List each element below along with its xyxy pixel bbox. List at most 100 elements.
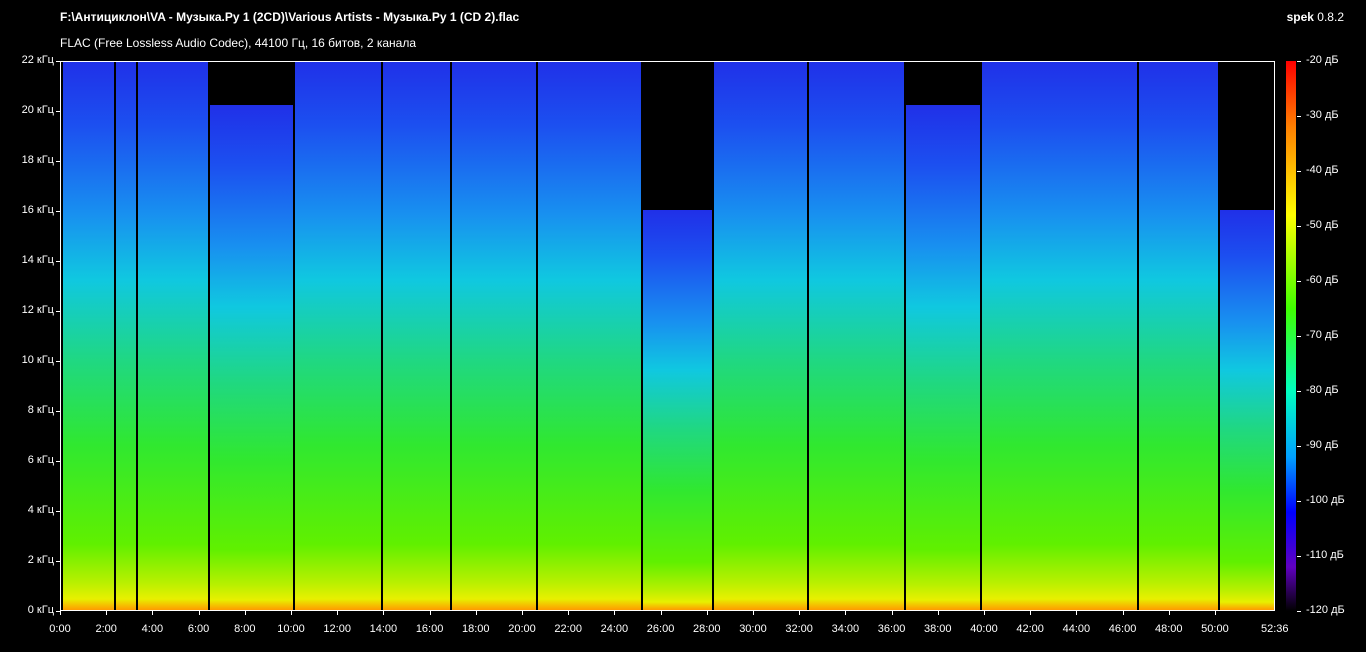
x-tick-label: 10:00 xyxy=(277,623,305,635)
colorbar-tick-label: -110 дБ xyxy=(1306,549,1344,561)
colorbar-tick-mark xyxy=(1297,446,1301,447)
spectrogram-plot xyxy=(60,61,1275,611)
x-tick-label: 6:00 xyxy=(187,623,210,635)
x-tick-mark xyxy=(983,611,985,615)
colorbar-tick-label: -100 дБ xyxy=(1306,494,1345,506)
track-segment xyxy=(712,62,808,610)
colorbar-tick-mark xyxy=(1297,391,1301,392)
track-segment xyxy=(292,62,381,610)
colorbar-tick-mark xyxy=(1297,336,1301,337)
x-tick-mark xyxy=(752,611,754,615)
x-tick-label: 18:00 xyxy=(462,623,490,635)
x-tick-label: 22:00 xyxy=(554,623,582,635)
app-brand: spek 0.8.2 xyxy=(1287,10,1344,24)
y-tick-label: 10 кГц xyxy=(21,354,54,366)
x-tick-mark xyxy=(1030,611,1032,615)
x-tick-mark xyxy=(60,611,61,615)
y-tick-label: 22 кГц xyxy=(21,54,54,66)
colorbar-tick-label: -30 дБ xyxy=(1306,109,1339,121)
colorbar-tick-mark xyxy=(1297,501,1301,502)
x-tick-label: 30:00 xyxy=(739,623,767,635)
colorbar-tick-label: -70 дБ xyxy=(1306,329,1339,341)
y-tick-label: 4 кГц xyxy=(27,504,54,516)
colorbar-tick-mark xyxy=(1297,226,1301,227)
track-segment xyxy=(207,105,293,610)
file-path-title: F:\Антициклон\VA - Музыка.Ру 1 (2CD)\Var… xyxy=(60,10,520,24)
x-tick-mark xyxy=(152,611,154,615)
track-segment xyxy=(904,105,981,610)
x-tick-mark xyxy=(337,611,339,615)
x-tick-mark xyxy=(521,611,523,615)
y-tick-label: 14 кГц xyxy=(21,254,54,266)
x-tick-label: 48:00 xyxy=(1154,623,1183,635)
x-tick-label: 42:00 xyxy=(1016,623,1044,635)
y-tick-mark xyxy=(56,61,60,62)
x-tick-mark xyxy=(1168,611,1170,615)
x-tick-mark xyxy=(937,611,939,615)
colorbar-tick-label: -120 дБ xyxy=(1306,604,1345,616)
colorbar-tick-mark xyxy=(1297,171,1301,172)
track-segment xyxy=(114,62,137,610)
x-tick-mark xyxy=(198,611,200,615)
y-tick-mark xyxy=(56,411,60,412)
y-tick-mark xyxy=(56,361,60,362)
y-tick-label: 20 кГц xyxy=(21,104,54,116)
y-tick-mark xyxy=(56,561,60,562)
x-tick-mark xyxy=(429,611,431,615)
colorbar-tick-label: -80 дБ xyxy=(1306,384,1339,396)
x-tick-label: 20:00 xyxy=(508,623,536,635)
x-tick-mark xyxy=(1122,611,1124,615)
x-tick-label: 28:00 xyxy=(693,623,721,635)
track-segment xyxy=(535,62,641,610)
x-tick-mark xyxy=(614,611,616,615)
x-tick-mark xyxy=(383,611,385,615)
x-tick-mark xyxy=(568,611,570,615)
x-tick-label: 38:00 xyxy=(923,623,952,635)
track-segment xyxy=(61,62,115,610)
y-tick-mark xyxy=(56,311,60,312)
x-tick-mark xyxy=(891,611,893,615)
y-tick-label: 12 кГц xyxy=(21,304,54,316)
track-segment xyxy=(1218,210,1274,610)
y-tick-label: 2 кГц xyxy=(27,554,54,566)
x-tick-label: 40:00 xyxy=(970,623,998,635)
x-end-label: 52:36 xyxy=(1261,623,1289,635)
x-tick-label: 46:00 xyxy=(1108,623,1137,635)
colorbar-tick-label: -20 дБ xyxy=(1306,54,1339,66)
x-tick-label: 34:00 xyxy=(831,623,860,635)
y-tick-mark xyxy=(56,211,60,212)
x-tick-mark xyxy=(244,611,246,615)
y-tick-label: 6 кГц xyxy=(27,454,54,466)
y-tick-label: 16 кГц xyxy=(21,204,54,216)
track-segment xyxy=(1137,62,1219,610)
colorbar-tick-label: -40 дБ xyxy=(1306,164,1339,176)
track-segment xyxy=(807,62,905,610)
colorbar-tick-mark xyxy=(1297,611,1301,612)
colorbar-tick-mark xyxy=(1297,281,1301,282)
x-tick-mark xyxy=(1076,611,1078,615)
colorbar-tick-mark xyxy=(1297,556,1301,557)
x-tick-mark xyxy=(799,611,801,615)
x-tick-mark xyxy=(845,611,847,615)
app-name: spek xyxy=(1286,10,1314,24)
x-tick-mark xyxy=(290,611,292,615)
colorbar-tick-mark xyxy=(1297,61,1301,62)
app-version: 0.8.2 xyxy=(1317,10,1344,24)
x-tick-mark xyxy=(475,611,477,615)
y-tick-mark xyxy=(56,161,60,162)
y-tick-label: 0 кГц xyxy=(27,604,54,616)
x-tick-label: 44:00 xyxy=(1062,623,1091,635)
y-tick-mark xyxy=(56,261,60,262)
y-tick-label: 8 кГц xyxy=(27,404,54,416)
x-tick-mark xyxy=(106,611,108,615)
x-tick-label: 24:00 xyxy=(600,623,629,635)
x-tick-label: 8:00 xyxy=(234,623,256,635)
y-tick-mark xyxy=(56,511,60,512)
y-tick-mark xyxy=(56,111,60,112)
colorbar-tick-label: -60 дБ xyxy=(1306,274,1339,286)
colorbar-tick-label: -90 дБ xyxy=(1306,439,1339,451)
x-tick-label: 32:00 xyxy=(785,623,813,635)
x-tick-label: 14:00 xyxy=(369,623,398,635)
x-tick-label: 36:00 xyxy=(877,623,906,635)
x-tick-label: 0:00 xyxy=(49,623,71,635)
